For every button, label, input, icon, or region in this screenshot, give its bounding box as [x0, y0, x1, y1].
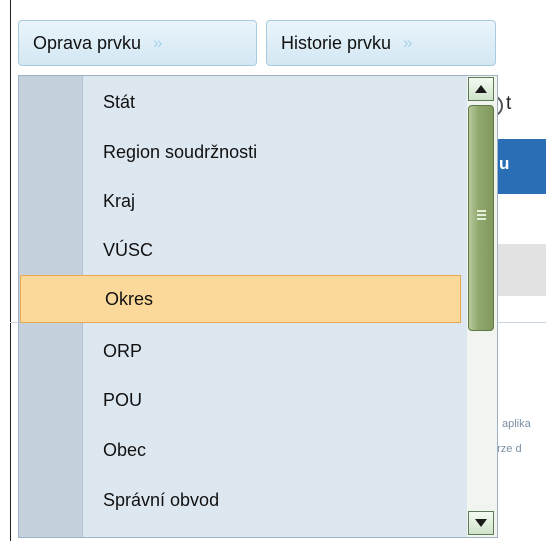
dropdown-item-label: Stát	[103, 91, 136, 112]
dropdown-list[interactable]: Stát Region soudržnosti Kraj VÚSC Okres …	[18, 75, 498, 538]
dropdown-item-region-soudrznosti[interactable]: Region soudržnosti	[19, 128, 464, 176]
radio-label: t	[506, 93, 512, 114]
dropdown-item-vusc[interactable]: VÚSC	[19, 226, 464, 274]
chevron-right-icon: »	[153, 33, 163, 52]
dropdown-item-label: Správní obvod	[103, 489, 220, 510]
historie-prvku-button[interactable]: Historie prvku »	[266, 20, 496, 66]
grip-icon	[477, 210, 486, 220]
dropdown-item-okres[interactable]: Okres	[20, 275, 461, 323]
dropdown-item-label: VÚSC	[103, 239, 154, 260]
oprava-prvku-label: Oprava prvku	[33, 32, 142, 53]
table-row	[490, 244, 546, 296]
dropdown-item-label: Kraj	[103, 190, 136, 211]
chevron-right-icon: »	[403, 33, 413, 52]
table-header-text: u	[499, 154, 510, 173]
dropdown-item-kraj[interactable]: Kraj	[19, 177, 464, 225]
dropdown-item-label: ORP	[103, 340, 143, 361]
arrow-up-icon	[475, 85, 487, 93]
oprava-prvku-button[interactable]: Oprava prvku »	[18, 20, 257, 66]
dropdown-item-label: Region soudržnosti	[103, 141, 258, 162]
scroll-up-button[interactable]	[468, 77, 494, 101]
historie-prvku-label: Historie prvku	[281, 32, 392, 53]
scroll-thumb[interactable]	[468, 105, 494, 331]
dropdown-item-spravni-obvod[interactable]: Správní obvod	[19, 476, 464, 524]
dropdown-item-obec[interactable]: Obec	[19, 426, 464, 474]
scroll-down-button[interactable]	[468, 511, 494, 535]
dropdown-item-label: POU	[103, 389, 143, 410]
dropdown-item-stat[interactable]: Stát	[19, 78, 464, 126]
scrollbar[interactable]	[467, 76, 497, 537]
dropdown-item-label: Obec	[103, 439, 147, 460]
left-edge-border	[0, 0, 11, 541]
dropdown-item-orp[interactable]: ORP	[19, 327, 464, 375]
arrow-down-icon	[475, 519, 487, 527]
footer-note-line1: aplika	[502, 418, 531, 430]
dropdown-item-pou[interactable]: POU	[19, 376, 464, 424]
dropdown-item-label: Okres	[105, 288, 154, 309]
